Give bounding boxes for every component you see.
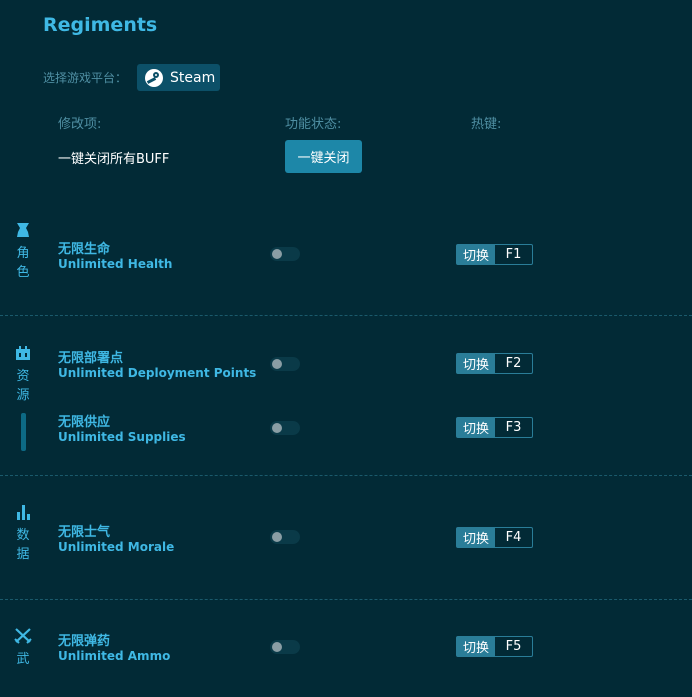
resource-icon bbox=[16, 346, 30, 360]
unlimited-deployment-points-toggle[interactable] bbox=[270, 357, 300, 371]
category-label: 数据 bbox=[16, 528, 30, 562]
unlimited-supplies-toggle[interactable] bbox=[270, 421, 300, 435]
toggle-knob bbox=[272, 532, 282, 542]
toggle-knob bbox=[272, 642, 282, 652]
mod-name-cn: 无限士气 bbox=[58, 525, 111, 540]
steam-platform-button[interactable]: Steam bbox=[137, 64, 220, 91]
category-character: 角色 bbox=[10, 222, 36, 282]
hotkey-f4[interactable]: 切换 F4 bbox=[456, 527, 533, 548]
category-label: 资源 bbox=[16, 369, 30, 403]
toggle-knob bbox=[272, 423, 282, 433]
hotkey-f3[interactable]: 切换 F3 bbox=[456, 417, 533, 438]
hotkey-switch-label: 切换 bbox=[457, 245, 495, 264]
hotkey-key: F1 bbox=[505, 247, 522, 262]
mod-name-cn: 无限部署点 bbox=[58, 351, 124, 366]
hotkey-f2[interactable]: 切换 F2 bbox=[456, 353, 533, 374]
category-weapon: 武 bbox=[10, 628, 36, 669]
column-header-status: 功能状态: bbox=[285, 117, 342, 132]
hotkey-switch-label: 切换 bbox=[457, 637, 495, 656]
mod-name-en: Unlimited Supplies bbox=[58, 430, 186, 444]
hotkey-switch-label: 切换 bbox=[457, 418, 495, 437]
mod-name-en: Unlimited Deployment Points bbox=[58, 366, 257, 380]
hotkey-switch-label: 切换 bbox=[457, 354, 495, 373]
unlimited-ammo-toggle[interactable] bbox=[270, 640, 300, 654]
column-header-mod: 修改项: bbox=[58, 117, 102, 132]
category-resource: 资源 bbox=[10, 345, 36, 451]
app-title: Regiments bbox=[43, 14, 158, 36]
unlimited-health-toggle[interactable] bbox=[270, 247, 300, 261]
weapon-icon bbox=[14, 628, 32, 644]
category-label: 武 bbox=[16, 652, 30, 667]
mod-name-en: Unlimited Morale bbox=[58, 540, 175, 554]
hotkey-key: F5 bbox=[505, 639, 522, 654]
mod-name-en: Unlimited Health bbox=[58, 257, 173, 271]
unlimited-morale-toggle[interactable] bbox=[270, 530, 300, 544]
platform-button-label: Steam bbox=[170, 69, 216, 86]
category-data: 数据 bbox=[10, 504, 36, 564]
hotkey-key: F2 bbox=[505, 356, 522, 371]
section-divider bbox=[0, 475, 692, 476]
section-divider bbox=[0, 315, 692, 316]
hotkey-key: F3 bbox=[505, 420, 522, 435]
data-icon bbox=[17, 505, 30, 520]
column-header-hotkey: 热键: bbox=[471, 117, 502, 132]
category-label: 角色 bbox=[16, 246, 30, 280]
hotkey-f5[interactable]: 切换 F5 bbox=[456, 636, 533, 657]
mod-name-cn: 无限弹药 bbox=[58, 634, 111, 649]
hotkey-f1[interactable]: 切换 F1 bbox=[456, 244, 533, 265]
hotkey-switch-label: 切换 bbox=[457, 528, 495, 547]
section-divider bbox=[0, 599, 692, 600]
category-scroll-indicator bbox=[20, 413, 26, 451]
toggle-knob bbox=[272, 359, 282, 369]
platform-label: 选择游戏平台： bbox=[43, 71, 128, 85]
hotkey-key: F4 bbox=[505, 530, 522, 545]
mod-name-cn: 无限生命 bbox=[58, 242, 111, 257]
all-off-button[interactable]: 一键关闭 bbox=[285, 140, 362, 173]
steam-icon bbox=[145, 68, 163, 87]
character-icon bbox=[17, 223, 29, 237]
toggle-knob bbox=[272, 249, 282, 259]
mod-name-cn: 无限供应 bbox=[58, 415, 111, 430]
all-off-label: 一键关闭所有BUFF bbox=[58, 152, 170, 167]
mod-name-en: Unlimited Ammo bbox=[58, 649, 171, 663]
